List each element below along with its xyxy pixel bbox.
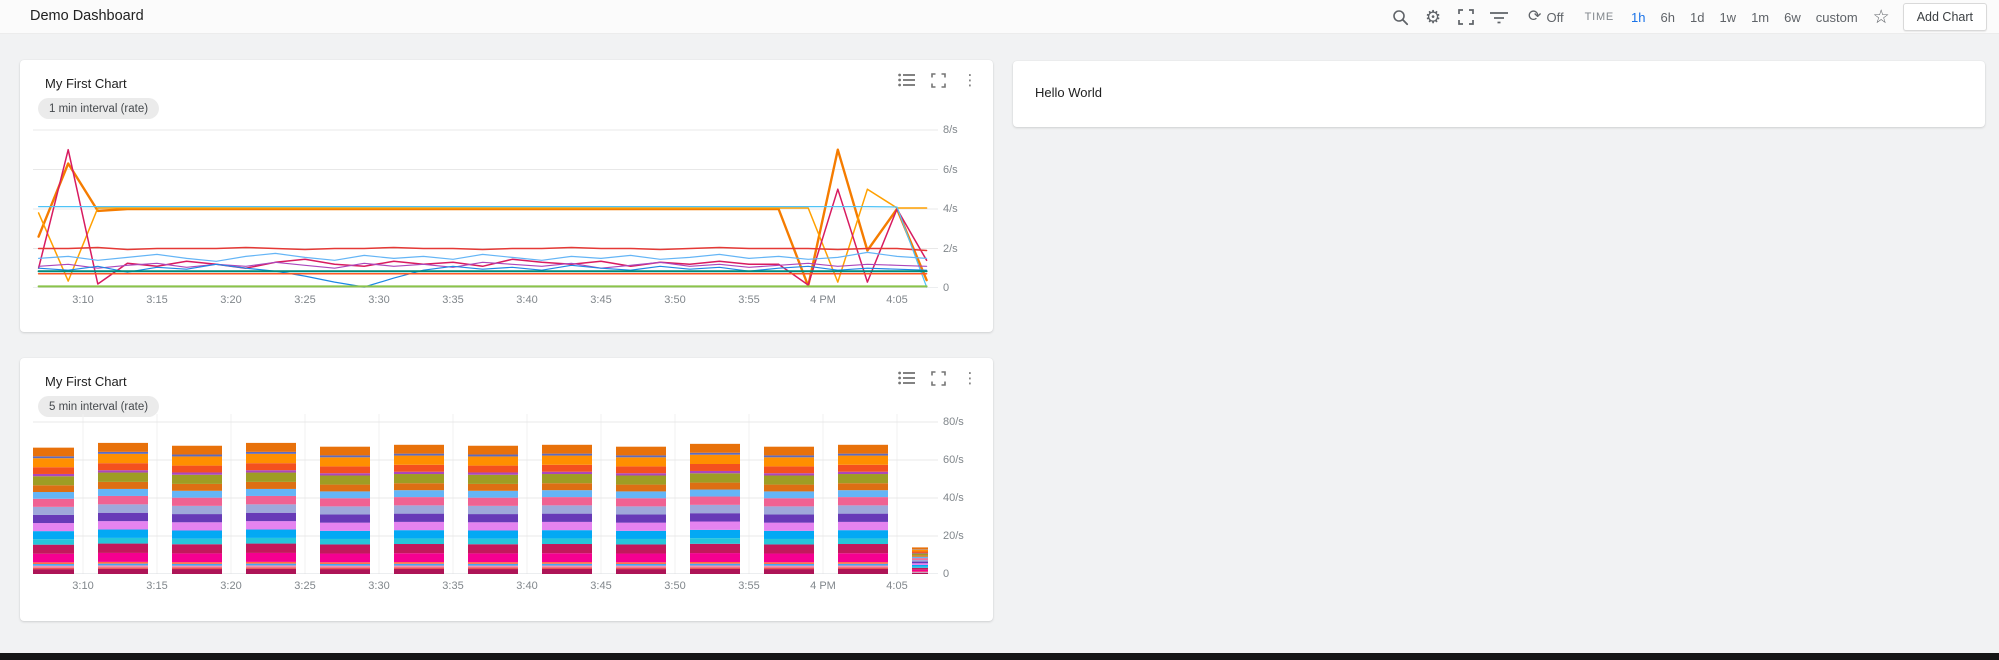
y-axis-label: 6/s (943, 164, 958, 176)
zoom-search-icon[interactable] (1390, 7, 1410, 27)
line-chart-canvas (33, 122, 938, 288)
time-range-custom[interactable]: custom (1816, 10, 1858, 25)
bar-chart-canvas (33, 414, 938, 574)
x-axis-label: 3:55 (727, 580, 771, 592)
time-section-label: TIME (1585, 11, 1614, 23)
expand-chart-icon[interactable] (929, 71, 947, 89)
x-axis-label: 3:30 (357, 580, 401, 592)
interval-badge: 1 min interval (rate) (38, 98, 159, 119)
refresh-icon: ⟳ (1528, 9, 1541, 25)
chart-card-actions: ⋮ (897, 71, 979, 89)
legend-list-icon[interactable] (897, 369, 915, 387)
filter-icon[interactable] (1489, 7, 1509, 27)
x-axis-label: 3:15 (135, 580, 179, 592)
chart-card-actions: ⋮ (897, 369, 979, 387)
y-axis-label: 8/s (943, 124, 958, 136)
toolbar: ⚙ ⟳ Off TIME 1h 6h 1d 1w 1m 6w custom ☆ Add Ch… (1390, 0, 1987, 34)
x-axis-label: 3:45 (579, 580, 623, 592)
add-chart-button[interactable]: Add Chart (1903, 3, 1987, 31)
x-axis-label: 3:50 (653, 580, 697, 592)
chart-title: My First Chart (45, 374, 127, 389)
gear-icon[interactable]: ⚙ (1423, 7, 1443, 27)
time-range-1m[interactable]: 1m (1751, 10, 1769, 25)
chart-card-line: My First Chart 1 min interval (rate) ⋮ 8… (20, 60, 993, 332)
more-options-icon[interactable]: ⋮ (961, 71, 979, 89)
time-range-1d[interactable]: 1d (1690, 10, 1704, 25)
star-icon[interactable]: ☆ (1873, 6, 1890, 29)
text-widget-card: Hello World (1013, 61, 1985, 127)
x-axis-label: 3:20 (209, 580, 253, 592)
expand-chart-icon[interactable] (929, 369, 947, 387)
time-range-6h[interactable]: 6h (1661, 10, 1675, 25)
x-axis-label: 3:50 (653, 294, 697, 306)
x-axis-label: 3:10 (61, 294, 105, 306)
time-range-1w[interactable]: 1w (1719, 10, 1736, 25)
y-axis-label: 0 (943, 282, 949, 294)
x-axis-label: 3:45 (579, 294, 623, 306)
more-options-icon[interactable]: ⋮ (961, 369, 979, 387)
x-axis-label: 4:05 (875, 294, 919, 306)
x-axis-label: 4 PM (801, 294, 845, 306)
x-axis-label: 3:35 (431, 294, 475, 306)
x-axis-label: 3:15 (135, 294, 179, 306)
chart-card-bar: My First Chart 5 min interval (rate) ⋮ 8… (20, 358, 993, 621)
y-axis-label: 20/s (943, 530, 964, 542)
y-axis-label: 80/s (943, 416, 964, 428)
time-range-6w[interactable]: 6w (1784, 10, 1801, 25)
y-axis-label: 0 (943, 568, 949, 580)
legend-list-icon[interactable] (897, 71, 915, 89)
page-title: Demo Dashboard (30, 8, 144, 24)
fullscreen-icon[interactable] (1456, 7, 1476, 27)
refresh-mode-label: Off (1546, 10, 1563, 25)
y-axis-label: 2/s (943, 243, 958, 255)
x-axis-label: 4:05 (875, 580, 919, 592)
x-axis-label: 3:20 (209, 294, 253, 306)
chart-title: My First Chart (45, 76, 127, 91)
x-axis-label: 3:25 (283, 580, 327, 592)
x-axis-label: 3:40 (505, 294, 549, 306)
x-axis-label: 3:25 (283, 294, 327, 306)
y-axis-label: 60/s (943, 454, 964, 466)
y-axis-label: 40/s (943, 492, 964, 504)
time-range-1h[interactable]: 1h (1631, 10, 1645, 25)
bottom-edge-bar (0, 653, 1999, 660)
y-axis-label: 4/s (943, 203, 958, 215)
text-widget-content: Hello World (1035, 85, 1102, 100)
x-axis-label: 3:40 (505, 580, 549, 592)
x-axis-label: 3:30 (357, 294, 401, 306)
auto-refresh-toggle[interactable]: ⟳ Off (1528, 9, 1564, 25)
x-axis-label: 4 PM (801, 580, 845, 592)
time-range-selector: 1h 6h 1d 1w 1m 6w custom (1631, 10, 1858, 25)
x-axis-label: 3:35 (431, 580, 475, 592)
x-axis-label: 3:55 (727, 294, 771, 306)
x-axis-label: 3:10 (61, 580, 105, 592)
top-bar: Demo Dashboard ⚙ ⟳ Off TIME 1h 6h 1d 1w 1m 6w… (0, 0, 1999, 34)
